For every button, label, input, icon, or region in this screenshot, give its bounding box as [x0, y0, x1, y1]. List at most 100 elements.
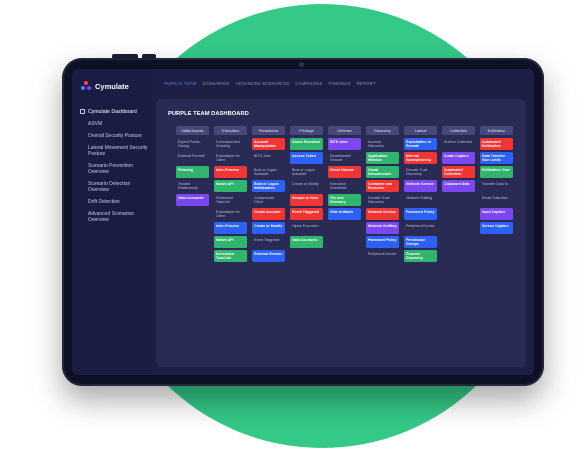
matrix-technique-cell[interactable]: Account Discovery [366, 138, 399, 150]
tab-report[interactable]: REPORT [357, 81, 376, 86]
matrix-technique-cell[interactable]: Execution Guardrails [328, 180, 361, 192]
matrix-technique-cell[interactable]: Peripheral Device [366, 250, 399, 262]
matrix-technique-cell[interactable]: Archive Collected [442, 138, 475, 150]
matrix-technique-cell[interactable]: Command and Scripting [214, 138, 247, 150]
matrix-technique-cell[interactable]: Valid Accounts [290, 236, 323, 248]
tab-findings[interactable]: FINDINGS [329, 81, 351, 86]
matrix-technique-cell[interactable]: Event Triggered [290, 208, 323, 220]
matrix-technique-cell[interactable]: Create or Modify [252, 222, 285, 234]
matrix-column-header: Privilege [290, 126, 323, 135]
matrix-technique-cell[interactable]: Hijack Execution [290, 222, 323, 234]
matrix-technique-cell[interactable]: Exploitation of Remote [404, 138, 437, 150]
matrix-technique-cell[interactable]: Peripheral Device [404, 222, 437, 234]
matrix-technique-cell[interactable]: Network Service [404, 180, 437, 192]
matrix-technique-cell[interactable]: Account Manipulation [252, 138, 285, 150]
matrix-technique-cell[interactable]: Access Token [290, 152, 323, 164]
matrix-technique-cell[interactable]: Direct Volume [328, 166, 361, 178]
matrix-technique-cell[interactable]: Email Collection [480, 194, 513, 206]
matrix-technique-cell[interactable]: Password Policy [366, 236, 399, 248]
matrix-technique-cell[interactable]: Boot or Logon Autostart [290, 166, 323, 178]
matrix-technique-cell[interactable]: Transfer Data to [480, 180, 513, 192]
matrix-technique-cell[interactable]: Automated Collection [442, 166, 475, 178]
matrix-technique-cell[interactable]: Application Window [366, 152, 399, 164]
matrix-technique-cell[interactable]: BITS Jobs [252, 152, 285, 164]
dashboard-icon [80, 109, 85, 114]
matrix-technique-cell[interactable]: Native API [214, 180, 247, 192]
matrix-technique-cell[interactable]: Trusted Relationship [176, 180, 209, 192]
matrix-technique-cell[interactable]: Cloud Infrastructure [366, 166, 399, 178]
matrix-technique-cell[interactable]: Inter-Process [214, 222, 247, 234]
tab-scenarios[interactable]: SCENARIOS [202, 81, 229, 86]
matrix-technique-cell[interactable]: Network Service [366, 208, 399, 220]
matrix-technique-cell[interactable]: Domain Trust Discovery [404, 166, 437, 178]
matrix-technique-cell[interactable]: Container and Resource [366, 180, 399, 192]
dashboard-panel: PURPLE TEAM DASHBOARD Initial Access Expl… [156, 99, 526, 367]
matrix-technique-cell[interactable]: Domain Trust Discovery [366, 194, 399, 206]
matrix-technique-cell[interactable]: Password Policy [404, 208, 437, 220]
matrix-technique-cell[interactable]: Screen Capture [480, 222, 513, 234]
matrix-technique-cell[interactable]: External Remote [176, 152, 209, 164]
sidebar-item-overall-security[interactable]: Overall Security Posture [80, 133, 152, 139]
matrix-technique-cell[interactable]: Data Transfer Size Limits [480, 152, 513, 164]
panel-title: PURPLE TEAM DASHBOARD [168, 111, 249, 117]
matrix-technique-cell[interactable]: Network Sniffing [366, 222, 399, 234]
matrix-technique-cell[interactable]: Exfiltration Over [480, 166, 513, 178]
matrix-technique-cell[interactable]: File and Directory [328, 194, 361, 206]
top-tabs: PURPLE TEAM SCENARIOS ADVANCED SCENARIOS… [164, 81, 376, 86]
matrix-technique-cell[interactable]: Scheduled Task/Job [214, 194, 247, 206]
matrix-technique-cell[interactable]: Create Account [252, 208, 285, 220]
matrix-technique-cell[interactable]: Exploitation for Client [214, 152, 247, 164]
matrix-column-header: Initial Access [176, 126, 209, 135]
matrix-technique-cell[interactable]: Abuse Elevation [290, 138, 323, 150]
matrix-technique-cell[interactable]: Audio Capture [442, 152, 475, 164]
matrix-technique-cell[interactable]: Process Discovery [404, 250, 437, 262]
tablet-volume-button [112, 54, 138, 59]
sidebar-item-lateral-movement[interactable]: Lateral Movement Security Posture [80, 145, 152, 157]
matrix-technique-cell[interactable]: Boot or Logon Autostart [252, 166, 285, 178]
matrix-technique-cell[interactable]: Exploit Public-Facing [176, 138, 209, 150]
matrix-column-header: Lateral [404, 126, 437, 135]
matrix-technique-cell[interactable]: Permission Groups [404, 236, 437, 248]
sidebar-nav: Cymulate Dashboard ASVM Overall Security… [80, 109, 152, 229]
matrix-technique-cell[interactable]: Phishing [176, 166, 209, 178]
matrix-technique-cell[interactable]: Input Capture [480, 208, 513, 220]
matrix-technique-cell[interactable]: Internal Spearphishing [404, 152, 437, 164]
matrix-column-header: Execution [214, 126, 247, 135]
sidebar-item-asvm[interactable]: ASVM [80, 121, 152, 127]
tab-purple-team[interactable]: PURPLE TEAM [164, 81, 196, 86]
matrix-technique-cell[interactable]: Boot or Logon Initialization [252, 180, 285, 192]
brand-name: Cymulate [95, 81, 129, 91]
matrix-technique-cell[interactable]: External Remote [252, 250, 285, 262]
sidebar-item-advanced-scenarios[interactable]: Advanced Scenarios Overview [80, 211, 152, 223]
matrix-technique-cell[interactable]: Exploitation for Client [214, 208, 247, 220]
matrix-column-header: Exfiltration [480, 126, 513, 135]
tablet-power-button [142, 54, 156, 59]
matrix-technique-cell[interactable]: Event Triggered [252, 236, 285, 248]
sidebar: Cymulate Cymulate Dashboard ASVM Overall… [72, 69, 152, 375]
matrix-technique-cell[interactable]: Native API [214, 236, 247, 248]
matrix-technique-cell[interactable]: Network Sniffing [404, 194, 437, 206]
matrix-technique-cell[interactable]: Create or Modify [290, 180, 323, 192]
matrix-technique-cell[interactable]: Scheduled Task/Job [214, 250, 247, 262]
matrix-technique-cell[interactable]: Compromise Client [252, 194, 285, 206]
sidebar-item-scenario-detection[interactable]: Scenario Detection Overview [80, 181, 152, 193]
matrix-technique-cell[interactable]: Automated Exfiltration [480, 138, 513, 150]
sidebar-item-drift-detection[interactable]: Drift Detection [80, 199, 152, 205]
logo[interactable]: Cymulate [81, 81, 129, 91]
matrix-technique-cell[interactable]: Hide Artifacts [328, 208, 361, 220]
sidebar-item-scenario-prevention[interactable]: Scenario Prevention Overview [80, 163, 152, 175]
matrix-technique-cell[interactable]: Clipboard Data [442, 180, 475, 192]
matrix-column-header: Discovery [366, 126, 399, 135]
tab-campaigns[interactable]: CAMPAIGNS [295, 81, 322, 86]
matrix-column-header: Persistence [252, 126, 285, 135]
matrix-technique-cell[interactable]: Escape to Host [290, 194, 323, 206]
tab-advanced-scenarios[interactable]: ADVANCED SCENARIOS [236, 81, 290, 86]
matrix-column-header: Defense [328, 126, 361, 135]
matrix-technique-cell[interactable]: BITS Jobs [328, 138, 361, 150]
cymulate-logo-icon [81, 81, 91, 91]
matrix-technique-cell[interactable]: Inter-Process [214, 166, 247, 178]
matrix-technique-cell[interactable]: Valid Accounts [176, 194, 209, 206]
sidebar-item-dashboard[interactable]: Cymulate Dashboard [80, 109, 152, 115]
matrix-technique-cell[interactable]: Deobfuscate/ Decode [328, 152, 361, 164]
sidebar-item-label: Cymulate Dashboard [88, 109, 137, 115]
